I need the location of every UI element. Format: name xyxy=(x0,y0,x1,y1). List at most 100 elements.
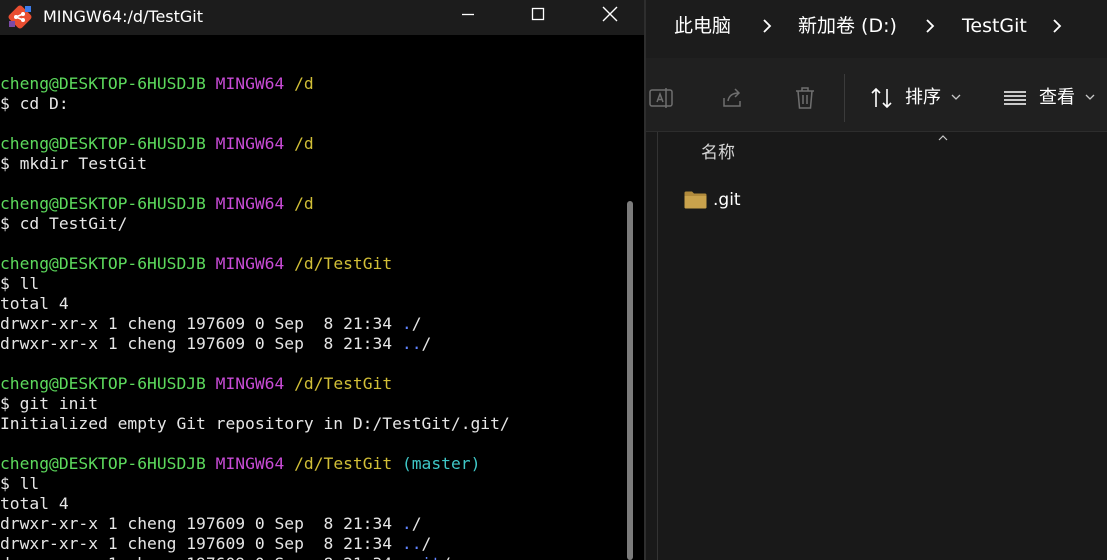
terminal-text: $ mkdir TestGit xyxy=(0,154,148,173)
terminal-scrollbar[interactable] xyxy=(627,201,633,560)
terminal-text: $ cd TestGit/ xyxy=(0,214,128,233)
chevron-down-icon[interactable] xyxy=(951,93,961,101)
close-button[interactable] xyxy=(587,0,633,28)
address-bar[interactable]: 此电脑 新加卷 (D:) TestGit xyxy=(646,0,1107,58)
maximize-button[interactable] xyxy=(515,0,561,28)
close-icon xyxy=(602,6,618,22)
delete-icon[interactable] xyxy=(792,85,818,111)
terminal-line: drwxr-xr-x 1 cheng 197609 0 Sep 8 21:34 … xyxy=(0,554,628,560)
terminal-line: drwxr-xr-x 1 cheng 197609 0 Sep 8 21:34 … xyxy=(0,334,628,354)
terminal-text: / xyxy=(421,534,432,553)
terminal-text: /d/TestGit xyxy=(294,454,393,473)
terminal-line: total 4 xyxy=(0,494,628,514)
terminal-line: drwxr-xr-x 1 cheng 197609 0 Sep 8 21:34 … xyxy=(0,314,628,334)
terminal-output[interactable]: cheng@DESKTOP-6HUSDJB MINGW64 /d $ cd D: c… xyxy=(0,54,628,560)
file-list[interactable]: 名称 .git xyxy=(646,132,1107,560)
chevron-right-icon[interactable] xyxy=(1051,17,1063,35)
file-explorer-window[interactable]: 此电脑 新加卷 (D:) TestGit 排序 查看 名称 .git xyxy=(646,0,1107,560)
breadcrumb-drive[interactable]: 新加卷 (D:) xyxy=(798,13,897,39)
terminal-text: Initialized empty Git repository in D:/T… xyxy=(0,414,510,433)
terminal-text: cheng@DESKTOP-6HUSDJB xyxy=(0,194,206,213)
terminal-line: drwxr-xr-x 1 cheng 197609 0 Sep 8 21:34 … xyxy=(0,534,628,554)
terminal-text: /d xyxy=(294,74,314,93)
terminal-text: total 4 xyxy=(0,294,69,313)
terminal-line: Initialized empty Git repository in D:/T… xyxy=(0,414,628,434)
file-row[interactable]: .git xyxy=(676,188,1096,212)
terminal-line: $ ll xyxy=(0,474,628,494)
command-bar: 排序 查看 xyxy=(646,58,1107,132)
maximize-icon xyxy=(531,7,545,21)
rename-icon[interactable] xyxy=(648,85,674,111)
terminal-text: MINGW64 xyxy=(215,374,285,393)
terminal-text: (master) xyxy=(401,454,481,473)
terminal-line: cheng@DESKTOP-6HUSDJB MINGW64 /d xyxy=(0,134,628,154)
terminal-line: $ mkdir TestGit xyxy=(0,154,628,174)
terminal-text: / xyxy=(411,314,422,333)
terminal-line: $ git init xyxy=(0,394,628,414)
terminal-text: MINGW64 xyxy=(215,134,285,153)
terminal-line: cheng@DESKTOP-6HUSDJB MINGW64 /d xyxy=(0,74,628,94)
terminal-text: drwxr-xr-x 1 cheng 197609 0 Sep 8 21:34 xyxy=(0,554,402,560)
terminal-titlebar[interactable]: MINGW64:/d/TestGit xyxy=(0,0,646,35)
breadcrumb-this-pc[interactable]: 此电脑 xyxy=(674,13,731,39)
terminal-text: MINGW64 xyxy=(215,194,285,213)
chevron-right-icon[interactable] xyxy=(924,17,936,35)
terminal-text: . xyxy=(401,314,412,333)
terminal-text: $ git init xyxy=(0,394,99,413)
terminal-line: drwxr-xr-x 1 cheng 197609 0 Sep 8 21:34 … xyxy=(0,514,628,534)
terminal-text: drwxr-xr-x 1 cheng 197609 0 Sep 8 21:34 xyxy=(0,314,402,333)
terminal-text: total 4 xyxy=(0,494,69,513)
terminal-text: $ cd D: xyxy=(0,94,69,113)
terminal-window[interactable]: MINGW64:/d/TestGit cheng@DESKTOP-6HUSDJB… xyxy=(0,0,646,560)
chevron-right-icon[interactable] xyxy=(761,17,773,35)
terminal-line: $ ll xyxy=(0,274,628,294)
terminal-text: /d xyxy=(294,134,314,153)
chevron-down-icon[interactable] xyxy=(1085,93,1095,101)
terminal-text: / xyxy=(441,554,451,560)
toolbar-divider xyxy=(844,74,845,122)
terminal-text: cheng@DESKTOP-6HUSDJB xyxy=(0,74,206,93)
terminal-text: $ ll xyxy=(0,274,40,293)
terminal-text: cheng@DESKTOP-6HUSDJB xyxy=(0,134,206,153)
column-header-name[interactable]: 名称 xyxy=(701,142,735,164)
terminal-text: /d/TestGit xyxy=(294,254,393,273)
breadcrumb-folder[interactable]: TestGit xyxy=(962,13,1027,39)
terminal-text: /d/TestGit xyxy=(294,374,393,393)
terminal-text: drwxr-xr-x 1 cheng 197609 0 Sep 8 21:34 xyxy=(0,334,402,353)
share-icon[interactable] xyxy=(720,85,746,111)
sort-ascending-icon xyxy=(938,135,948,141)
sort-icon[interactable] xyxy=(869,85,895,111)
terminal-text: / xyxy=(411,514,422,533)
git-logo-icon xyxy=(8,5,32,29)
terminal-line: cheng@DESKTOP-6HUSDJB MINGW64 /d/TestGit… xyxy=(0,454,628,474)
terminal-text: MINGW64 xyxy=(215,254,285,273)
sort-button[interactable]: 排序 xyxy=(905,86,941,110)
folder-icon xyxy=(684,191,707,209)
view-button[interactable]: 查看 xyxy=(1039,86,1075,110)
terminal-text: cheng@DESKTOP-6HUSDJB xyxy=(0,454,206,473)
minimize-button[interactable] xyxy=(445,0,491,28)
file-name: .git xyxy=(713,190,741,210)
terminal-text: MINGW64 xyxy=(215,454,285,473)
terminal-text: . xyxy=(401,514,412,533)
view-icon[interactable] xyxy=(1002,85,1028,111)
terminal-text: drwxr-xr-x 1 cheng 197609 0 Sep 8 21:34 xyxy=(0,514,402,533)
terminal-text: /d xyxy=(294,194,314,213)
